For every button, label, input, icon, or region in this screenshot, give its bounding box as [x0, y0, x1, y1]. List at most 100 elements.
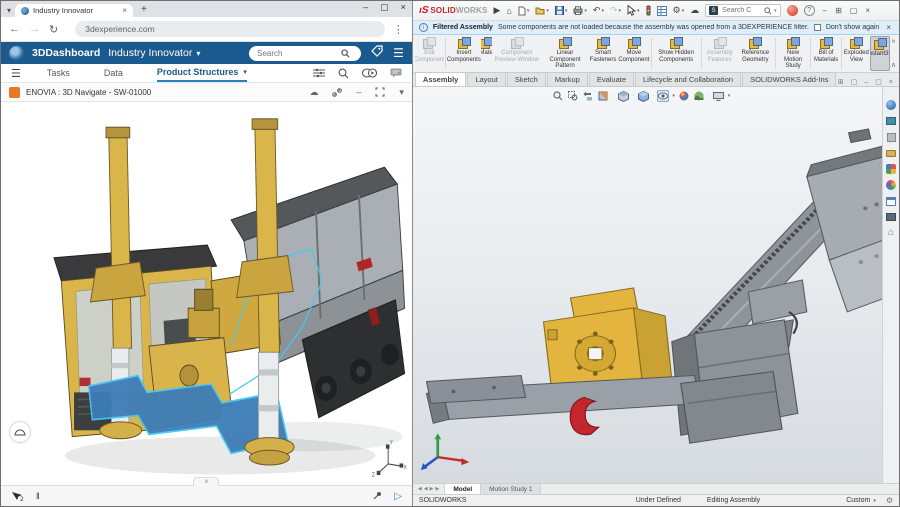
- doc-restore-icon[interactable]: ▢: [875, 78, 882, 86]
- browser-tab[interactable]: Industry Innovator ×: [15, 4, 133, 17]
- view-orientation-icon[interactable]: [617, 90, 629, 102]
- ribbon-component-preview-window[interactable]: Component Preview Window: [492, 36, 542, 71]
- ribbon-new-motion-study[interactable]: New Motion Study: [777, 36, 810, 71]
- browser-menu-icon[interactable]: ⋮: [393, 23, 404, 36]
- ribbon-instant3d[interactable]: Instant3D: [870, 36, 890, 71]
- help-icon[interactable]: ?: [804, 5, 815, 16]
- close-button[interactable]: ×: [865, 6, 870, 15]
- ribbon-assembly-features[interactable]: Assembly Features: [703, 36, 737, 71]
- banner-close-icon[interactable]: ×: [886, 23, 891, 32]
- filter-list-icon[interactable]: [313, 68, 325, 78]
- pointer-mode-icon[interactable]: 2: [11, 491, 24, 502]
- link-icon[interactable]: [332, 88, 342, 97]
- play-icon[interactable]: ▷: [394, 491, 402, 502]
- ribbon-exploded-view[interactable]: Exploded View: [843, 36, 870, 71]
- address-bar[interactable]: 3dexperience.com: [75, 21, 385, 37]
- ribbon-smart-fasteners[interactable]: Smart Fasteners: [588, 36, 618, 71]
- tab-layout[interactable]: Layout: [467, 72, 506, 86]
- tab-close-icon[interactable]: ×: [122, 6, 127, 15]
- ribbon-collapse-icon[interactable]: ∧: [891, 61, 896, 69]
- ribbon-bill-of-materials[interactable]: Bill of Materials: [812, 36, 840, 71]
- tab-sketch[interactable]: Sketch: [507, 72, 546, 86]
- hide-show-items-icon[interactable]: [657, 90, 669, 102]
- tab-lifecycle-collaboration[interactable]: Lifecycle and Collaboration: [635, 72, 741, 86]
- options-gear-icon[interactable]: ⚙▾: [673, 5, 685, 16]
- dashboard-search[interactable]: [249, 46, 361, 61]
- redo-icon[interactable]: ↷▾: [610, 5, 621, 16]
- display-style-icon[interactable]: [637, 90, 649, 102]
- tab-search-icon[interactable]: ▾: [7, 6, 11, 15]
- home-tab-icon[interactable]: ⌂: [885, 227, 897, 239]
- media-play-icon[interactable]: [362, 68, 377, 78]
- status-gear-icon[interactable]: ⚙: [886, 496, 893, 505]
- new-document-icon[interactable]: ▾: [518, 6, 530, 16]
- appearances-icon[interactable]: [885, 179, 897, 191]
- pin-icon[interactable]: [372, 491, 382, 501]
- 3dexperience-icon[interactable]: [885, 99, 897, 111]
- print-icon[interactable]: ▾: [573, 6, 587, 15]
- last-tab-icon[interactable]: ▶: [435, 486, 439, 492]
- restore-button[interactable]: ▢: [850, 6, 858, 15]
- widget-collapse-chevron-icon[interactable]: ▾: [399, 87, 404, 98]
- zoom-fit-icon[interactable]: [552, 90, 564, 102]
- apply-scene-icon[interactable]: [693, 90, 705, 102]
- custom-properties-icon[interactable]: [885, 195, 897, 207]
- view-settings-icon[interactable]: [713, 90, 725, 102]
- forum-icon[interactable]: [885, 211, 897, 223]
- compass-logo-icon[interactable]: [9, 46, 24, 61]
- doc-icon-b[interactable]: ▢: [851, 78, 858, 86]
- edit-appearance-icon[interactable]: [678, 90, 690, 102]
- tab-assembly[interactable]: Assembly: [415, 72, 466, 86]
- save-icon[interactable]: ▾: [555, 6, 568, 15]
- tab-motion-study-1[interactable]: Motion Study 1: [481, 484, 541, 494]
- sw-graphics-area[interactable]: · · · ▾ · ▾: [413, 87, 899, 483]
- section-view-icon[interactable]: [597, 90, 609, 102]
- bom-table-icon[interactable]: [657, 6, 667, 16]
- open-icon[interactable]: ▾: [535, 6, 549, 15]
- tab-solidworks-addins[interactable]: SOLIDWORKS Add-Ins: [742, 72, 836, 86]
- cloud-icon[interactable]: ☁: [309, 87, 318, 98]
- restore-button[interactable]: ▢: [380, 2, 389, 13]
- minimize-button[interactable]: –: [363, 2, 368, 13]
- dont-show-again-checkbox[interactable]: [814, 24, 821, 31]
- pause-icon[interactable]: ‖: [36, 491, 40, 501]
- tag-icon[interactable]: [371, 44, 383, 62]
- new-tab-button[interactable]: +: [141, 4, 147, 15]
- sidebar-toggle-icon[interactable]: ☰: [11, 67, 21, 80]
- first-tab-icon[interactable]: ◀: [418, 486, 422, 492]
- assistant-button[interactable]: [9, 421, 31, 443]
- search-input[interactable]: [255, 48, 341, 59]
- minimize-widget-icon[interactable]: –: [356, 87, 361, 97]
- back-icon[interactable]: ←: [9, 23, 20, 35]
- select-cursor-icon[interactable]: ▾: [627, 5, 640, 16]
- minimize-button[interactable]: –: [823, 6, 827, 15]
- interference-stoplight-icon[interactable]: [646, 5, 651, 16]
- zoom-area-icon[interactable]: [567, 90, 579, 102]
- enovia-3d-viewport[interactable]: Y X Z: [1, 102, 412, 485]
- workspace-switcher[interactable]: Industry Innovator: [108, 47, 192, 59]
- tab-model[interactable]: Model: [445, 484, 481, 494]
- tab-evaluate[interactable]: Evaluate: [589, 72, 634, 86]
- tab-tasks[interactable]: Tasks: [47, 64, 70, 82]
- command-search[interactable]: S ▾: [705, 4, 781, 17]
- design-library-icon[interactable]: [885, 115, 897, 127]
- file-explorer-icon[interactable]: [885, 147, 897, 159]
- ribbon-overflow-icon[interactable]: »: [891, 38, 895, 45]
- ribbon-edit-component[interactable]: Edit Component: [415, 36, 444, 71]
- ribbon-mate[interactable]: Mate: [481, 36, 492, 71]
- next-tab-icon[interactable]: ▶: [430, 486, 434, 492]
- previous-view-icon[interactable]: [582, 90, 594, 102]
- panel-collapse-handle[interactable]: ∧: [193, 477, 219, 486]
- undo-icon[interactable]: ↶▾: [593, 5, 604, 16]
- tab-markup[interactable]: Markup: [547, 72, 588, 86]
- ribbon-show-hidden-components[interactable]: Show Hidden Components: [653, 36, 700, 71]
- command-search-input[interactable]: [720, 6, 762, 15]
- user-avatar[interactable]: [787, 5, 798, 16]
- tab-data[interactable]: Data: [104, 64, 123, 82]
- prev-tab-icon[interactable]: ◀: [424, 486, 428, 492]
- view-palette-icon[interactable]: [885, 163, 897, 175]
- ribbon-insert-components[interactable]: Insert Components: [447, 36, 481, 71]
- doc-close-icon[interactable]: ×: [889, 79, 893, 86]
- fullscreen-icon[interactable]: [375, 87, 385, 97]
- chat-icon[interactable]: [390, 68, 402, 78]
